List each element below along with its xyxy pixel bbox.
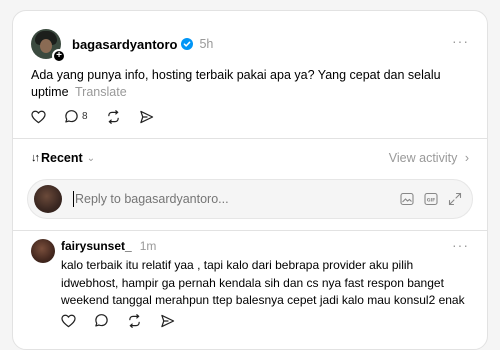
share-icon — [161, 314, 175, 327]
share-icon — [139, 110, 153, 123]
comment-repost-button[interactable] — [127, 313, 142, 328]
comment-reply-button[interactable] — [94, 313, 109, 328]
text-cursor — [73, 191, 74, 207]
expand-icon[interactable] — [448, 192, 462, 206]
divider — [13, 230, 487, 231]
author-avatar[interactable]: + — [31, 29, 66, 63]
post-time: 5h — [199, 37, 214, 51]
follow-plus-icon[interactable]: + — [52, 49, 66, 63]
comment-like-button[interactable] — [61, 314, 76, 328]
reply-input[interactable] — [75, 192, 400, 206]
heart-icon — [31, 110, 46, 123]
comment-text: kalo terbaik itu relatif yaa , tapi kalo… — [61, 258, 465, 307]
gif-icon[interactable]: GIF — [424, 192, 438, 206]
divider — [13, 138, 487, 139]
author-username[interactable]: bagasardyantoro — [72, 37, 177, 52]
repost-button[interactable] — [106, 109, 121, 124]
reply-tools: GIF — [400, 192, 462, 206]
reply-box[interactable]: GIF — [27, 179, 473, 219]
repost-icon — [107, 109, 119, 124]
chevron-right-icon: › — [464, 151, 469, 165]
post-actions: 8 — [31, 109, 172, 124]
view-activity-link[interactable]: View activity › — [389, 151, 469, 165]
like-button[interactable] — [31, 110, 46, 124]
repost-icon — [129, 313, 140, 328]
verified-icon — [181, 38, 194, 50]
current-user-avatar — [34, 185, 62, 213]
translate-link[interactable]: Translate — [75, 85, 127, 99]
comment-time: 1m — [139, 239, 157, 253]
heart-icon — [61, 314, 76, 327]
thread-card: + bagasardyantoro 5h ··· Ada yang punya … — [12, 10, 488, 350]
comment-avatar[interactable] — [31, 239, 55, 263]
post-more-button[interactable]: ··· — [452, 33, 469, 49]
sort-arrows-icon: ↓↑ — [31, 152, 40, 164]
comment-share-button[interactable] — [160, 314, 175, 328]
share-button[interactable] — [139, 110, 154, 124]
sort-row: ↓↑ Recent ⌄ View activity › — [31, 150, 469, 166]
comment-actions — [61, 313, 193, 328]
post-text: Ada yang punya info, hosting terbaik pak… — [31, 67, 441, 101]
comment-more-button[interactable]: ··· — [452, 237, 469, 253]
comment-icon — [95, 314, 108, 327]
post-header: + bagasardyantoro 5h ··· — [31, 27, 469, 63]
comment-icon — [65, 110, 78, 123]
view-activity-label: View activity — [388, 151, 458, 165]
reply-count: 8 — [82, 111, 88, 122]
chevron-down-icon[interactable]: ⌄ — [87, 153, 95, 164]
comment-username[interactable]: fairysunset_ — [61, 239, 132, 253]
sort-dropdown[interactable]: Recent — [41, 151, 83, 165]
comment-button[interactable]: 8 — [64, 109, 88, 124]
image-icon[interactable] — [400, 192, 414, 206]
comment-header: fairysunset_ 1m — [61, 239, 156, 253]
svg-text:GIF: GIF — [427, 197, 436, 203]
